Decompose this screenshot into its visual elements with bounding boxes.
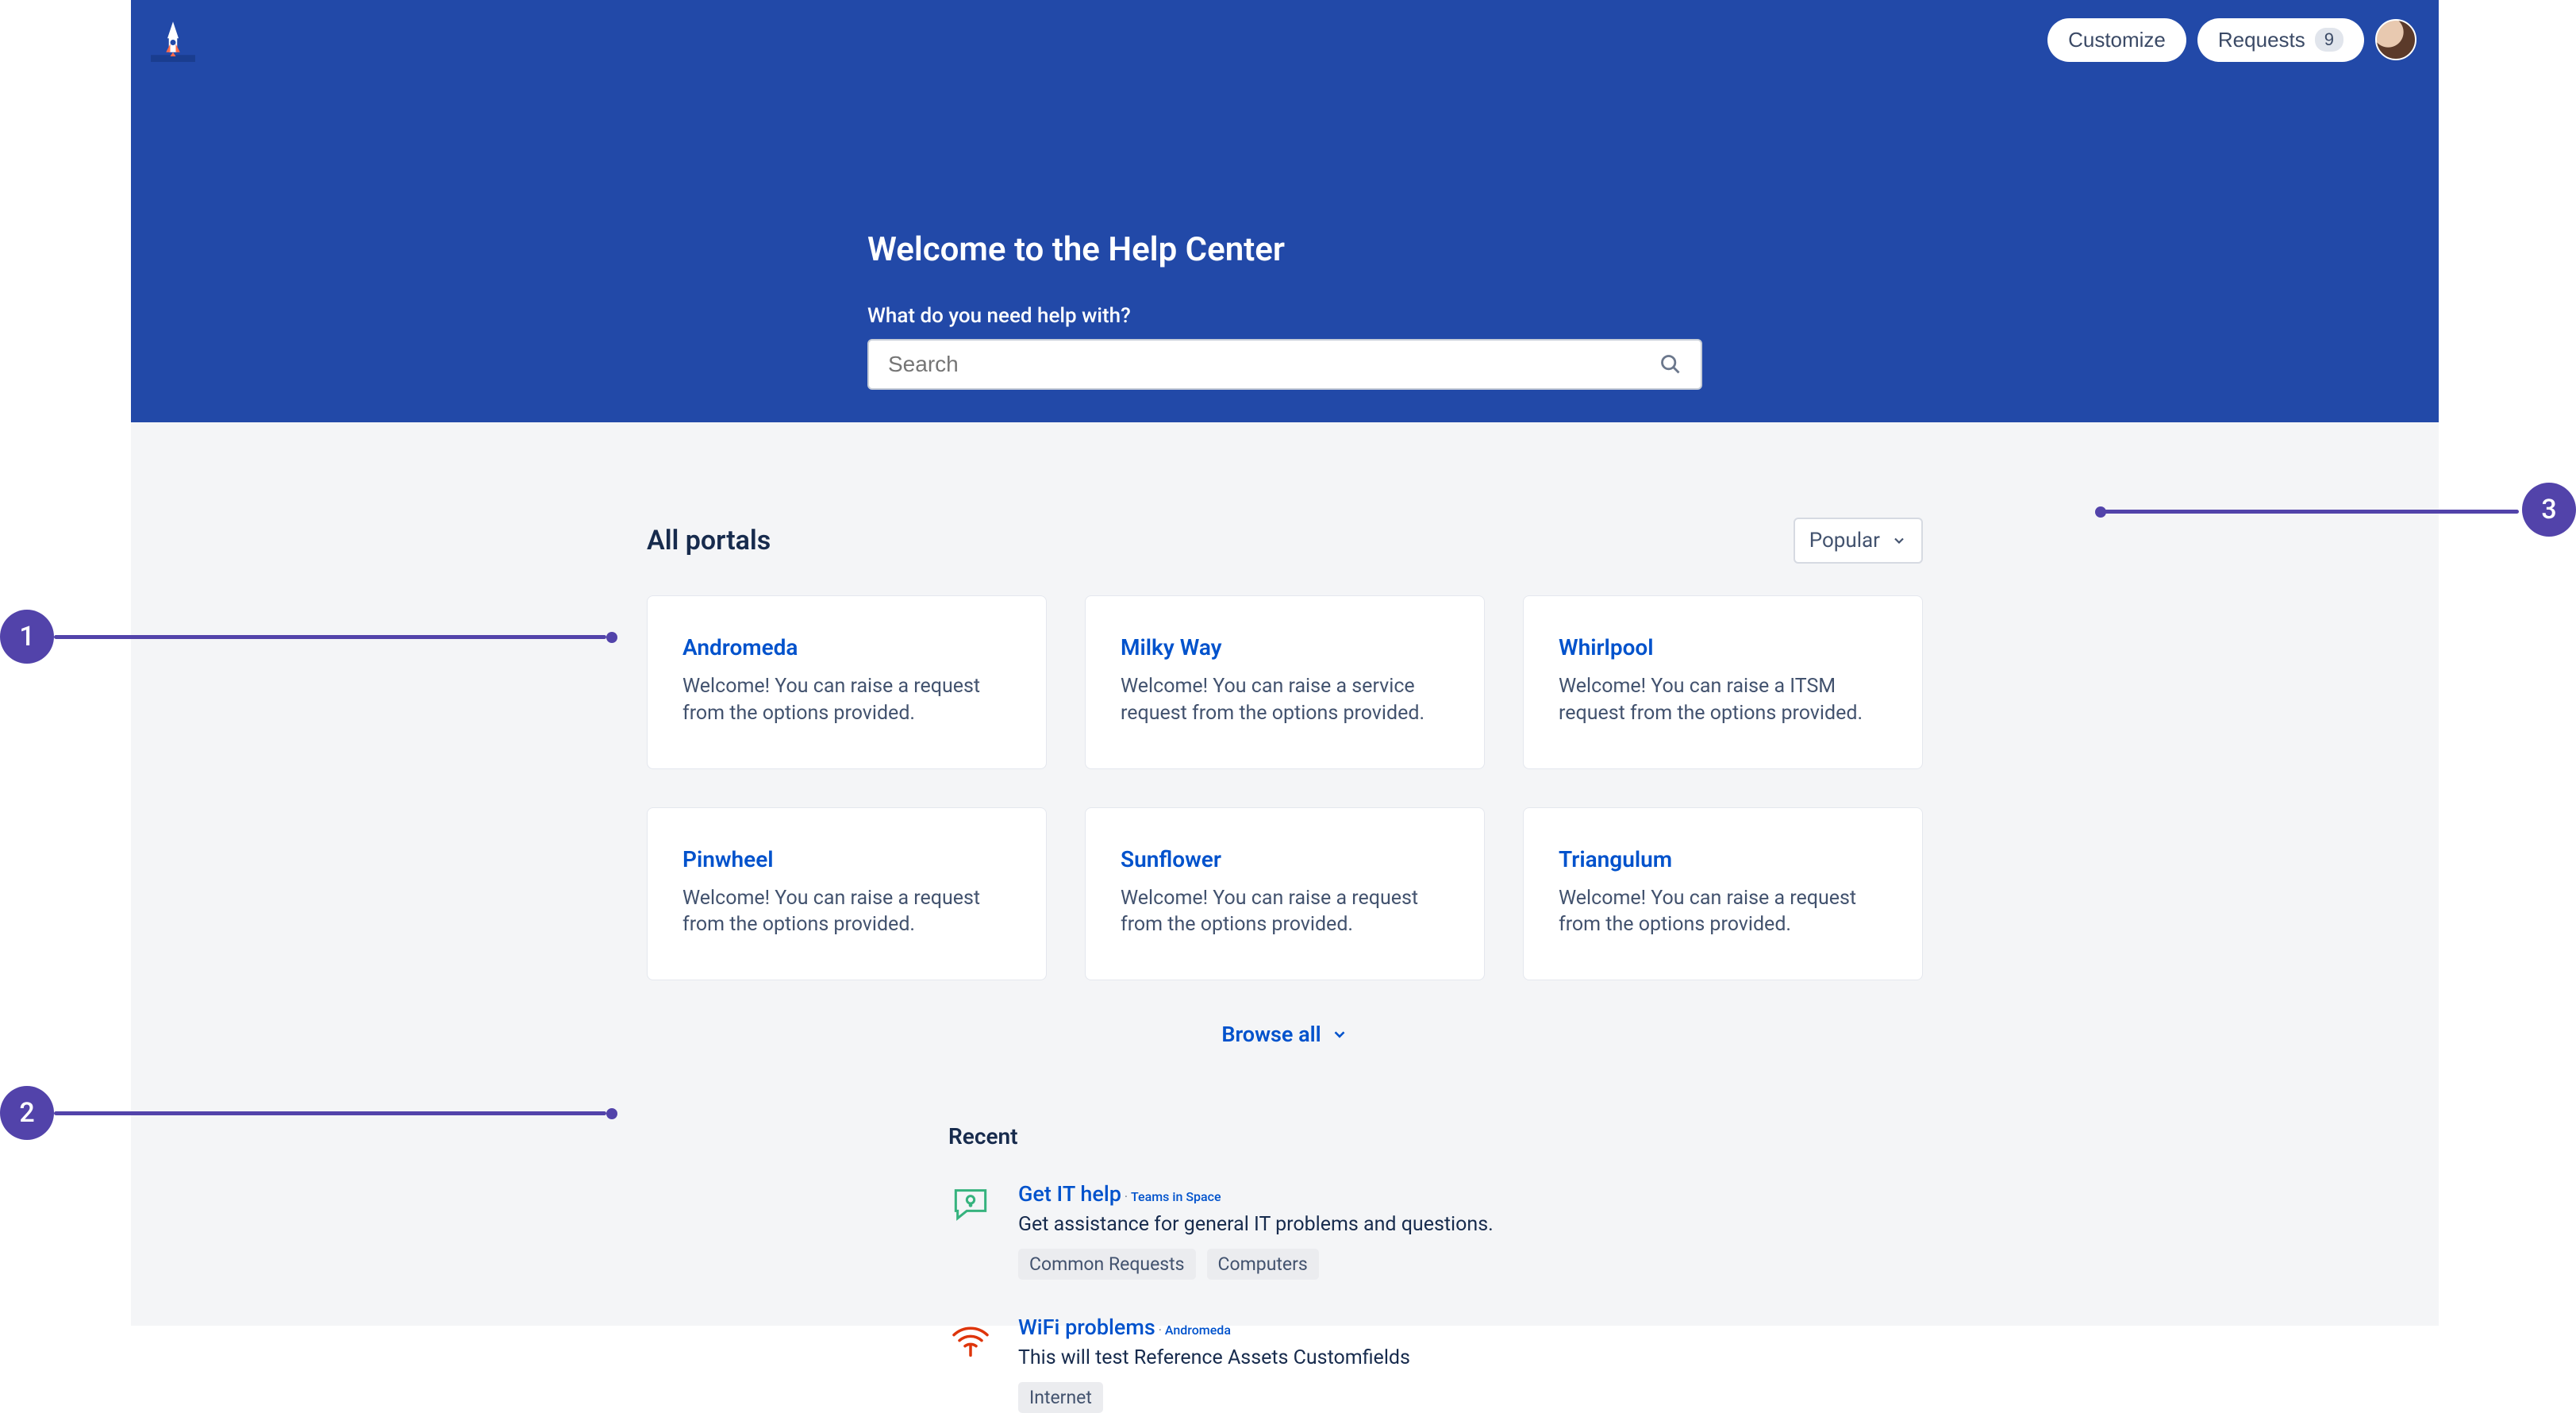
portal-card-title: Pinwheel: [682, 846, 1011, 872]
annotation-endpoint: [606, 632, 617, 643]
search-input[interactable]: [888, 352, 1659, 377]
requests-button[interactable]: Requests 9: [2197, 18, 2364, 62]
recent-project[interactable]: Teams in Space: [1131, 1189, 1221, 1204]
annotation-marker: 2: [0, 1086, 54, 1140]
annotation-endpoint: [2095, 506, 2106, 518]
recent-link[interactable]: WiFi problems: [1018, 1315, 1155, 1340]
sort-label: Popular: [1809, 529, 1880, 552]
portal-card-title: Whirlpool: [1559, 634, 1887, 660]
portal-card[interactable]: Andromeda Welcome! You can raise a reques…: [647, 595, 1047, 769]
annotation-connector: [54, 635, 606, 639]
annotation-connector: [54, 1111, 606, 1115]
search-label: What do you need help with?: [867, 304, 1702, 328]
portal-card-desc: Welcome! You can raise a request from th…: [1121, 885, 1449, 939]
page-title: Welcome to the Help Center: [867, 230, 1702, 269]
app-frame: Customize Requests 9 Welcome to the Help…: [131, 0, 2439, 1326]
portal-card[interactable]: Pinwheel Welcome! You can raise a request…: [647, 807, 1047, 981]
separator: ·: [1155, 1323, 1165, 1338]
recent-section: Recent Get IT help · Teams in Space Get a…: [948, 1123, 2004, 1413]
annotation-connector: [2103, 510, 2519, 514]
tag[interactable]: Internet: [1018, 1382, 1103, 1413]
tag[interactable]: Common Requests: [1018, 1249, 1196, 1280]
portal-card[interactable]: Triangulum Welcome! You can raise a reque…: [1523, 807, 1923, 981]
browse-all-label: Browse all: [1221, 1022, 1321, 1047]
annotation-marker: 3: [2522, 483, 2576, 537]
portal-card-title: Triangulum: [1559, 846, 1887, 872]
portal-card-desc: Welcome! You can raise a service request…: [1121, 673, 1449, 727]
portal-card-desc: Welcome! You can raise a request from th…: [682, 673, 1011, 727]
annotation-marker: 1: [0, 610, 54, 664]
avatar[interactable]: [2375, 19, 2416, 60]
chevron-down-icon: [1331, 1026, 1348, 1043]
recent-body: Get IT help · Teams in Space Get assistan…: [1018, 1181, 2004, 1280]
separator: ·: [1121, 1189, 1131, 1204]
recent-title: Recent: [948, 1123, 2004, 1149]
all-portals-title: All portals: [647, 525, 771, 556]
sort-dropdown[interactable]: Popular: [1794, 518, 1923, 564]
recent-project[interactable]: Andromeda: [1165, 1323, 1231, 1338]
portal-card-title: Sunflower: [1121, 846, 1449, 872]
requests-label: Requests: [2218, 28, 2305, 52]
all-portals-section: All portals Popular Andromeda Welcome! Yo…: [647, 518, 1923, 1047]
search-icon: [1659, 353, 1682, 375]
recent-body: WiFi problems · Andromeda This will test …: [1018, 1315, 2004, 1413]
portal-card[interactable]: Whirlpool Welcome! You can raise a ITSM r…: [1523, 595, 1923, 769]
portal-card-title: Milky Way: [1121, 634, 1449, 660]
app-logo[interactable]: [148, 15, 198, 64]
chevron-down-icon: [1891, 533, 1907, 549]
portal-card-desc: Welcome! You can raise a ITSM request fr…: [1559, 673, 1887, 727]
portal-card-title: Andromeda: [682, 634, 1011, 660]
recent-item[interactable]: Get IT help · Teams in Space Get assistan…: [948, 1181, 2004, 1280]
recent-desc: This will test Reference Assets Customfi…: [1018, 1346, 2004, 1369]
portal-card-desc: Welcome! You can raise a request from th…: [682, 885, 1011, 939]
hero-banner: Customize Requests 9 Welcome to the Help…: [131, 0, 2439, 422]
portal-card-desc: Welcome! You can raise a request from th…: [1559, 885, 1887, 939]
chat-question-icon: [948, 1181, 993, 1226]
annotation-endpoint: [606, 1108, 617, 1119]
portal-card[interactable]: Milky Way Welcome! You can raise a servic…: [1085, 595, 1485, 769]
wifi-signal-icon: [948, 1315, 993, 1359]
customize-label: Customize: [2068, 28, 2166, 52]
portal-card[interactable]: Sunflower Welcome! You can raise a reques…: [1085, 807, 1485, 981]
browse-all-link[interactable]: Browse all: [647, 1022, 1923, 1047]
recent-item[interactable]: WiFi problems · Andromeda This will test …: [948, 1315, 2004, 1413]
customize-button[interactable]: Customize: [2047, 18, 2186, 62]
recent-desc: Get assistance for general IT problems a…: [1018, 1213, 2004, 1236]
requests-count-badge: 9: [2315, 28, 2343, 52]
recent-link[interactable]: Get IT help: [1018, 1181, 1121, 1207]
search-box[interactable]: [867, 339, 1702, 390]
tag[interactable]: Computers: [1207, 1249, 1319, 1280]
